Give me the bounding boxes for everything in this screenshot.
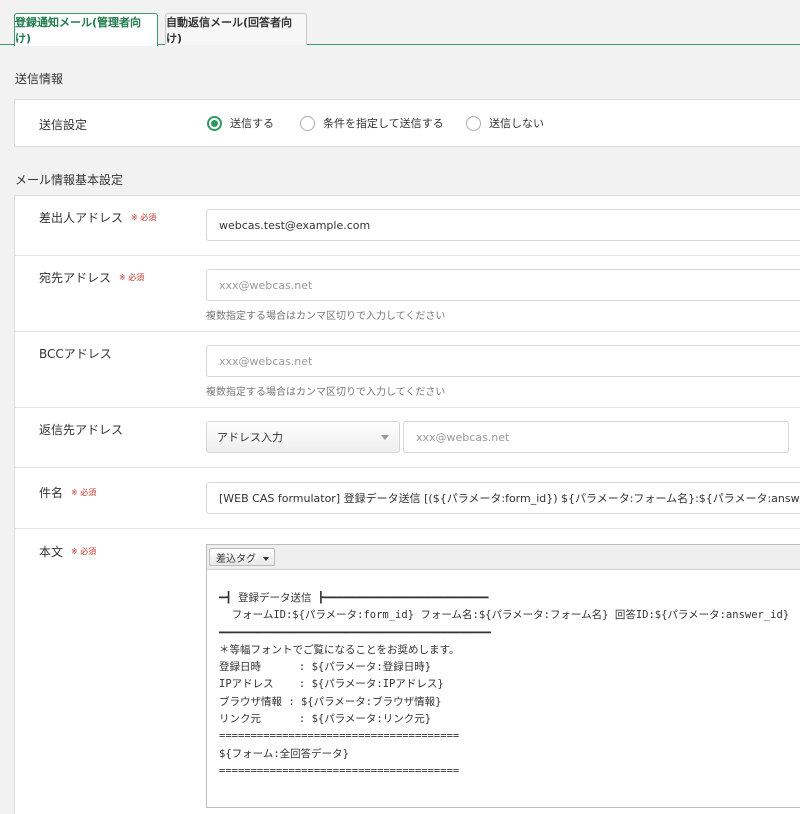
send-setting-label: 送信設定 [39,118,88,132]
bcc-address-hint: 複数指定する場合はカンマ区切りで入力してください [206,387,446,398]
reply-to-address-input[interactable] [403,421,789,453]
radio-send-conditional[interactable]: 条件を指定して送信する [300,100,444,146]
to-label: 宛先アドレス ※ 必須 [39,271,145,285]
insert-tag-button[interactable]: 差込タグ [209,548,275,566]
body-text[interactable]: ━┫ 登録データ送信 ┣━━━━━━━━━━━━━━━━━━━━━━━━━━ フ… [219,590,789,780]
row-body: 本文 ※ 必須 差込タグ ━┫ 登録データ送信 ┣━━━━━━━━━━━━━━━━… [15,529,800,814]
body-label: 本文 ※ 必須 [39,545,97,559]
body-line: 登録日時 : ${パラメータ:登録日時} [219,661,432,674]
body-line: ブラウザ情報 : ${パラメータ:ブラウザ情報} [219,695,442,708]
required-mark: ※ 必須 [71,488,97,497]
bcc-label: BCCアドレス [39,347,112,361]
section-title-send-info: 送信情報 [15,72,64,86]
body-line: フォームID:${パラメータ:form_id} フォーム名:${パラメータ:フォ… [219,609,790,622]
body-line: リンク元 : ${パラメータ:リンク元} [219,713,432,726]
reply-to-label: 返信先アドレス [39,423,124,437]
tab-admin-notification[interactable]: 登録通知メール(管理者向け) [14,13,158,46]
body-line: ${フォーム:全回答データ} [219,747,349,760]
body-line: ====================================== [219,730,460,743]
sender-label: 差出人アドレス ※ 必須 [39,211,157,225]
subject-label: 件名 ※ 必須 [39,486,97,500]
section-title-mail-basic: メール情報基本設定 [15,173,124,187]
body-line: IPアドレス : ${パラメータ:IPアドレス} [219,678,444,691]
body-line: ━━━━━━━━━━━━━━━━━━━━━━━━━━━━━━━━━━━━━━━━… [219,626,491,639]
to-address-hint: 複数指定する場合はカンマ区切りで入力してください [206,311,446,322]
row-bcc: BCCアドレス 複数指定する場合はカンマ区切りで入力してください [15,332,800,408]
reply-to-type-value: アドレス入力 [217,431,283,444]
radio-no-send[interactable]: 送信しない [466,100,544,146]
to-address-input[interactable] [206,269,800,301]
radio-send-conditional-label: 条件を指定して送信する [323,117,444,130]
subject-input[interactable] [206,482,800,514]
mail-basic-card: 差出人アドレス※ 必須 宛先アドレス※ 必須 複数指定する場合はカンマ区切りで入… [14,195,800,814]
required-mark: ※ 必須 [71,547,97,556]
row-subject: 件名 ※ 必須 [15,468,800,529]
body-line: ＊等幅フォントでご覧になることをお奨めします。 [219,643,460,656]
tab-auto-reply[interactable]: 自動返信メール(回答者向け) [165,13,307,45]
radio-send[interactable]: 送信する [207,100,274,146]
required-mark: ※ 必須 [119,273,145,282]
chevron-down-icon [381,435,389,440]
row-reply-to: 返信先アドレス アドレス入力 [15,408,800,468]
radio-circle[interactable] [300,115,315,131]
radio-circle-checked[interactable] [207,115,222,131]
required-mark: ※ 必須 [131,213,157,222]
radio-send-label: 送信する [230,117,274,130]
radio-no-send-label: 送信しない [489,117,544,130]
body-line: ====================================== [219,764,460,777]
row-sender: 差出人アドレス ※ 必須 [15,196,800,256]
radio-circle[interactable] [466,115,481,131]
sender-address-input[interactable] [206,209,800,241]
send-settings-card: 送信設定 送信する 条件を指定して送信する 送信しない [14,99,800,147]
reply-to-type-select[interactable]: アドレス入力 [206,421,400,453]
row-to: 宛先アドレス※ 必須 複数指定する場合はカンマ区切りで入力してください [15,256,800,332]
editor-toolbar: 差込タグ [207,545,800,570]
body-line: ━┫ 登録データ送信 ┣━━━━━━━━━━━━━━━━━━━━━━━━━━ [219,592,489,604]
tab-bar: 登録通知メール(管理者向け) 自動返信メール(回答者向け) [0,0,800,46]
bcc-address-input[interactable] [206,345,800,377]
chevron-down-icon [263,557,269,561]
body-editor[interactable]: 差込タグ ━┫ 登録データ送信 ┣━━━━━━━━━━━━━━━━━━━━━━━… [206,544,800,808]
